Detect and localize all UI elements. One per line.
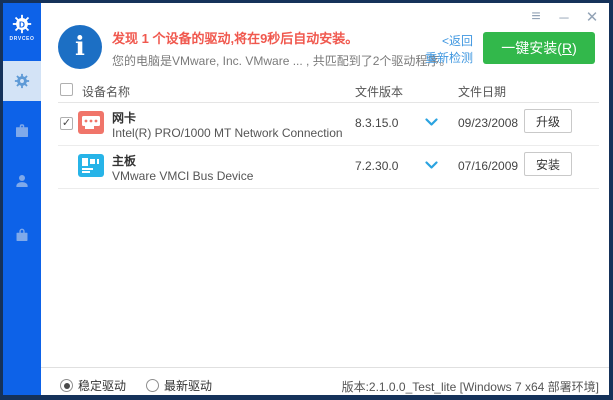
user-icon (13, 172, 31, 190)
device-name: VMware VMCI Bus Device (112, 169, 253, 183)
detail-message: 您的电脑是VMware, Inc. VMware ... , 共匹配到了2个驱动… (112, 52, 451, 69)
column-device-name: 设备名称 (82, 83, 130, 100)
minimize-icon[interactable]: ─ (555, 11, 573, 24)
table-header: 设备名称 文件版本 文件日期 (41, 80, 609, 102)
upgrade-button[interactable]: 升级 (524, 109, 572, 133)
device-category: 主板 (112, 152, 136, 169)
info-icon: i (58, 25, 102, 69)
driver-row-motherboard: 主板 VMware VMCI Bus Device 7.2.30.0 07/16… (41, 146, 609, 189)
version-dropdown-chevron-down-icon[interactable] (425, 118, 438, 127)
sidebar: D DrvCeo (3, 3, 41, 395)
main-panel: ≡ ─ ✕ i 发现 1 个设备的驱动,将在9秒后自动安装。 您的电脑是VMwa… (41, 3, 609, 395)
sidebar-item-user[interactable] (3, 161, 41, 201)
column-file-date: 文件日期 (458, 83, 506, 100)
gear-logo-icon: D (11, 13, 33, 35)
row-checkbox[interactable]: ✓ (60, 117, 73, 130)
driver-row-network: ✓ 网卡 Intel(R) PRO/1000 MT Network Connec… (41, 103, 609, 146)
motherboard-icon (78, 154, 104, 177)
stable-driver-option[interactable]: 稳定驱动 (60, 377, 126, 394)
sidebar-item-bag[interactable] (3, 215, 41, 255)
one-click-install-button[interactable]: 一键安装(R) (483, 32, 595, 64)
latest-driver-label: 最新驱动 (164, 377, 212, 394)
radio-selected-icon (60, 379, 73, 392)
device-version: 8.3.15.0 (355, 116, 398, 130)
app-logo: D DrvCeo (3, 13, 41, 42)
version-dropdown-chevron-down-icon[interactable] (425, 161, 438, 170)
column-file-version: 文件版本 (355, 83, 403, 100)
select-all-checkbox[interactable] (60, 83, 73, 96)
alert-message: 发现 1 个设备的驱动,将在9秒后自动安装。 (112, 28, 358, 47)
svg-text:D: D (19, 21, 25, 30)
app-window: D DrvCeo (0, 0, 613, 400)
sidebar-item-drivers[interactable] (3, 61, 41, 101)
bag-icon (13, 226, 31, 244)
gear-icon (13, 72, 31, 90)
window-controls: ≡ ─ ✕ (527, 9, 601, 25)
recheck-link[interactable]: 重新检测 (415, 50, 473, 67)
driver-type-options: 稳定驱动 最新驱动 (60, 377, 212, 394)
radio-unselected-icon (146, 379, 159, 392)
device-date: 07/16/2009 (458, 159, 518, 173)
sidebar-item-toolbox[interactable] (3, 111, 41, 151)
footer-bar: 稳定驱动 最新驱动 版本:2.1.0.0_Test_lite [Windows … (41, 368, 609, 395)
install-button[interactable]: 安装 (524, 152, 572, 176)
toolbox-icon (13, 122, 31, 140)
app-version-text: 版本:2.1.0.0_Test_lite [Windows 7 x64 部署环境… (342, 378, 599, 395)
install-button-text-close: ) (572, 40, 577, 56)
back-link[interactable]: <返回 (415, 33, 473, 50)
install-button-hotkey: R (562, 40, 572, 56)
menu-icon[interactable]: ≡ (527, 9, 545, 25)
network-card-icon (78, 111, 104, 134)
install-button-text: 一键安装( (501, 38, 562, 58)
device-name: Intel(R) PRO/1000 MT Network Connection (112, 126, 343, 140)
latest-driver-option[interactable]: 最新驱动 (146, 377, 212, 394)
row-divider (58, 188, 599, 189)
device-date: 09/23/2008 (458, 116, 518, 130)
device-category: 网卡 (112, 109, 136, 126)
device-version: 7.2.30.0 (355, 159, 398, 173)
app-name-label: DrvCeo (3, 36, 41, 42)
stable-driver-label: 稳定驱动 (78, 377, 126, 394)
close-icon[interactable]: ✕ (583, 10, 601, 25)
header-links: <返回 重新检测 (415, 33, 473, 67)
